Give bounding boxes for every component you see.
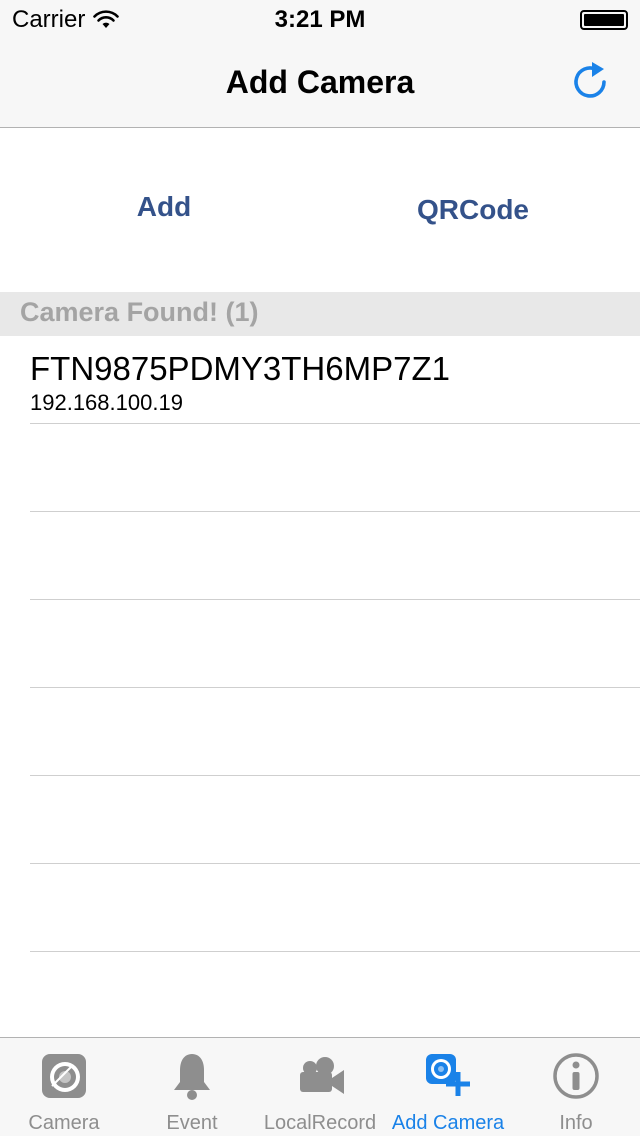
tab-add-camera[interactable]: Add Camera — [384, 1038, 512, 1136]
tab-label: Event — [166, 1112, 218, 1134]
camera-row[interactable] — [30, 776, 640, 864]
tab-label: LocalRecord — [263, 1112, 377, 1134]
tab-bar: Camera Event LocalRecord Add Camera Info — [0, 1037, 640, 1136]
camera-row[interactable] — [30, 864, 640, 952]
status-time: 3:21 PM — [274, 6, 366, 33]
tab-event[interactable]: Event — [128, 1038, 256, 1136]
add-button[interactable]: Add — [0, 128, 328, 292]
camera-row[interactable] — [30, 688, 640, 776]
tab-camera[interactable]: Camera — [0, 1038, 128, 1136]
bell-icon — [174, 1054, 210, 1100]
action-row: Add QRCode — [0, 128, 640, 292]
camera-lens-icon — [42, 1054, 86, 1098]
camera-uid: FTN9875PDMY3TH6MP7Z1 — [30, 350, 450, 387]
qrcode-button[interactable]: QRCode — [318, 128, 628, 292]
camera-row[interactable] — [30, 512, 640, 600]
section-header: Camera Found! (1) — [0, 292, 640, 336]
info-icon — [553, 1053, 599, 1099]
status-bar: Carrier 3:21 PM — [0, 0, 640, 40]
add-camera-icon — [426, 1054, 470, 1096]
tab-label: Add Camera — [391, 1112, 505, 1134]
tab-label: Info — [559, 1112, 593, 1134]
section-title: Camera Found! (1) — [20, 297, 259, 327]
page-title: Add Camera — [225, 64, 415, 100]
tab-info[interactable]: Info — [512, 1038, 640, 1136]
camera-row[interactable] — [30, 424, 640, 512]
navigation-bar: Add Camera — [0, 40, 640, 128]
battery-icon — [580, 10, 628, 30]
battery-level — [584, 14, 624, 26]
refresh-icon[interactable] — [570, 60, 614, 104]
camera-row[interactable]: FTN9875PDMY3TH6MP7Z1 192.168.100.19 — [30, 336, 640, 424]
video-camera-icon — [300, 1057, 344, 1094]
tab-localrecord[interactable]: LocalRecord — [256, 1038, 384, 1136]
tab-label: Camera — [28, 1112, 100, 1134]
camera-list: FTN9875PDMY3TH6MP7Z1 192.168.100.19 — [0, 336, 640, 952]
camera-ip: 192.168.100.19 — [30, 390, 183, 415]
camera-row[interactable] — [30, 600, 640, 688]
